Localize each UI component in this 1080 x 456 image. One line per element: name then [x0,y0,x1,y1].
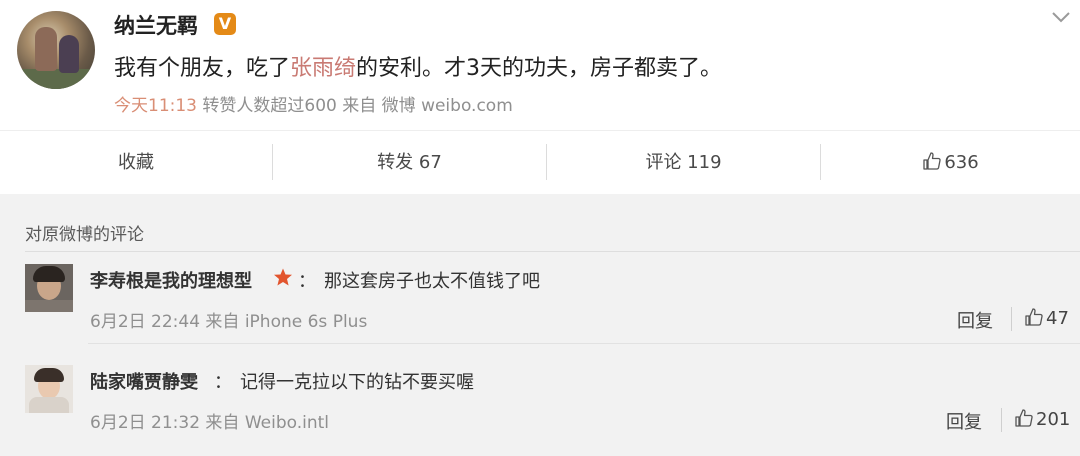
like-button[interactable]: 636 [821,131,1080,194]
comment-separator: ： [298,271,316,292]
comment-avatar[interactable] [25,365,73,413]
comment-like-button[interactable]: 201 [1014,408,1070,430]
comment-like-button[interactable]: 47 [1024,307,1069,329]
comment-author[interactable]: 李寿根是我的理想型 [90,267,252,293]
post-text-before: 我有个朋友，吃了 [114,56,291,81]
thumbs-up-icon [1015,409,1033,427]
mention-link[interactable]: 张雨绮 [290,56,356,81]
divider [88,343,1080,344]
comment-button[interactable]: 评论 119 [547,131,820,194]
divider [1001,408,1002,432]
action-bar: 收藏 转发 67 评论 119 636 [0,131,1080,194]
favorite-button[interactable]: 收藏 [0,131,272,194]
post-time[interactable]: 今天11:13 [114,96,197,116]
comments-section: 对原微博的评论 李寿根是我的理想型 ： 那这套房子也太不值钱了吧 6月2日 22… [0,194,1080,456]
repost-button[interactable]: 转发 67 [273,131,546,194]
divider [25,251,1080,252]
reply-button[interactable]: 回复 [957,307,993,333]
verified-badge-icon: V [214,13,236,35]
comment-meta: 6月2日 21:32 来自 Weibo.intl [90,413,330,433]
comment-separator: ： [214,372,232,393]
comment-text: 记得一克拉以下的钻不要买喔 [240,372,474,393]
thumbs-up-icon [923,152,941,170]
comment-like-count: 201 [1036,409,1071,430]
thumbs-up-icon [1025,308,1043,326]
comment-meta: 6月2日 22:44 来自 iPhone 6s Plus [90,312,368,332]
comment-avatar[interactable] [25,264,73,312]
post-meta: 今天11:13 转赞人数超过600 来自 微博 weibo.com [114,91,513,116]
post-text: 我有个朋友，吃了张雨绮的安利。才3天的功夫，房子都卖了。 [114,50,722,82]
like-count: 636 [944,152,979,173]
post-meta-rest: 转赞人数超过600 来自 微博 weibo.com [202,96,513,116]
chevron-down-icon[interactable] [1050,6,1072,28]
weibo-post: 纳兰无羁 V 我有个朋友，吃了张雨绮的安利。才3天的功夫，房子都卖了。 今天11… [0,0,1080,130]
comments-title: 对原微博的评论 [25,225,144,245]
post-text-after: 的安利。才3天的功夫，房子都卖了。 [356,56,723,81]
author-avatar[interactable] [17,11,95,89]
comment-author[interactable]: 陆家嘴贾静雯 [90,368,198,394]
divider [1011,307,1012,331]
comment-like-count: 47 [1046,308,1069,329]
comment-text: 那这套房子也太不值钱了吧 [324,271,540,292]
reply-button[interactable]: 回复 [946,408,982,434]
star-icon [274,268,292,286]
author-name[interactable]: 纳兰无羁 [114,10,198,40]
